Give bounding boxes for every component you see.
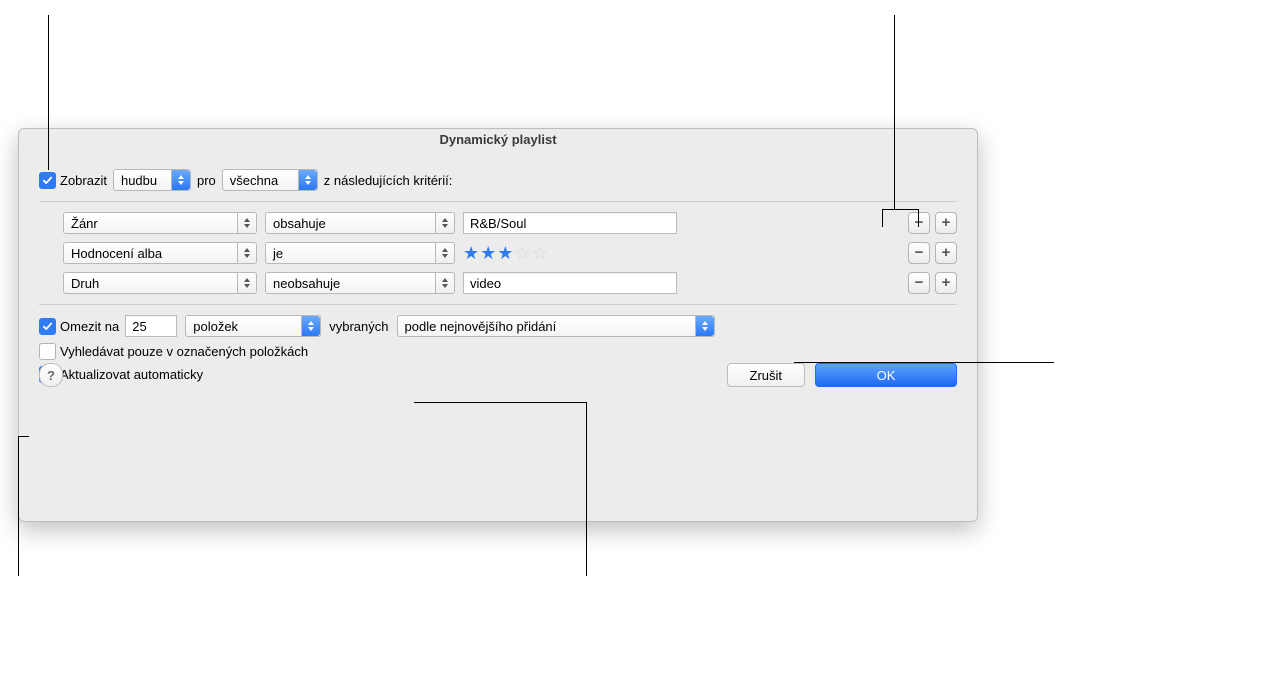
rules-list: Žánr obsahuje R&B/Soul − + <box>39 201 957 305</box>
match-media-value: hudbu <box>121 173 157 188</box>
only-checked-row: Vyhledávat pouze v označených položkách <box>39 343 957 360</box>
caret-icon <box>435 213 454 233</box>
rule-value-text: video <box>470 276 501 291</box>
limit-row: Omezit na 25 položek vybraných podle nej… <box>39 315 957 337</box>
rule-op-popup[interactable]: je <box>265 242 455 264</box>
caret-icon <box>435 243 454 263</box>
plus-icon: + <box>942 245 951 260</box>
limit-count-value: 25 <box>132 319 146 334</box>
limit-unit-value: položek <box>193 319 238 334</box>
dialog-content: Zobrazit hudbu pro všechna z následující… <box>19 151 977 401</box>
rule-op-popup[interactable]: neobsahuje <box>265 272 455 294</box>
rule-row: Hodnocení alba je ★ ★ ★ ☆ ☆ <box>39 238 957 268</box>
remove-rule-button[interactable]: − <box>908 212 930 234</box>
window-title: Dynamický playlist <box>19 129 977 151</box>
star-icon[interactable]: ☆ <box>514 244 530 262</box>
rule-field-popup[interactable]: Druh <box>63 272 257 294</box>
limit-checkbox[interactable] <box>39 318 56 335</box>
limit-order-value: podle nejnovějšího přidání <box>405 319 557 334</box>
caret-icon <box>435 273 454 293</box>
add-rule-button[interactable]: + <box>935 212 957 234</box>
limit-count-input[interactable]: 25 <box>125 315 177 337</box>
minus-icon: − <box>915 245 924 260</box>
rule-field-value: Hodnocení alba <box>71 246 162 261</box>
rule-value-text: R&B/Soul <box>470 216 526 231</box>
match-suffix: z následujících kritérií: <box>324 173 453 188</box>
caret-icon <box>237 243 256 263</box>
rule-op-value: neobsahuje <box>273 276 340 291</box>
match-row: Zobrazit hudbu pro všechna z následující… <box>39 169 957 191</box>
minus-icon: − <box>915 275 924 290</box>
match-middle: pro <box>197 173 216 188</box>
ok-button[interactable]: OK <box>815 363 957 387</box>
footer-buttons: Zrušit OK <box>727 363 958 387</box>
ok-button-label: OK <box>877 368 896 383</box>
rule-op-popup[interactable]: obsahuje <box>265 212 455 234</box>
rule-row: Žánr obsahuje R&B/Soul − + <box>39 208 957 238</box>
smart-playlist-dialog: Dynamický playlist Zobrazit hudbu pro vš… <box>18 128 978 522</box>
caret-icon <box>298 170 317 190</box>
rule-rating-stars[interactable]: ★ ★ ★ ☆ ☆ <box>463 244 548 262</box>
caret-icon <box>171 170 190 190</box>
limit-order-popup[interactable]: podle nejnovějšího přidání <box>397 315 715 337</box>
star-icon[interactable]: ★ <box>463 244 479 262</box>
remove-rule-button[interactable]: − <box>908 242 930 264</box>
caret-icon <box>695 316 714 336</box>
live-update-label: Aktualizovat automaticky <box>60 367 203 382</box>
limit-selected-label: vybraných <box>329 319 388 334</box>
rule-field-value: Žánr <box>71 216 98 231</box>
caret-icon <box>237 273 256 293</box>
match-media-popup[interactable]: hudbu <box>113 169 191 191</box>
rule-op-value: je <box>273 246 283 261</box>
add-rule-button[interactable]: + <box>935 242 957 264</box>
star-icon[interactable]: ★ <box>497 244 513 262</box>
cancel-button-label: Zrušit <box>750 368 783 383</box>
remove-rule-button[interactable]: − <box>908 272 930 294</box>
caret-icon <box>237 213 256 233</box>
rule-row: Druh neobsahuje video − + <box>39 268 957 298</box>
match-checkbox[interactable] <box>39 172 56 189</box>
star-icon[interactable]: ☆ <box>532 244 548 262</box>
plus-icon: + <box>942 275 951 290</box>
rule-field-popup[interactable]: Žánr <box>63 212 257 234</box>
plus-icon: + <box>942 215 951 230</box>
limit-label: Omezit na <box>60 319 119 334</box>
only-checked-checkbox[interactable] <box>39 343 56 360</box>
rule-op-value: obsahuje <box>273 216 326 231</box>
rule-value-input[interactable]: video <box>463 272 677 294</box>
match-condition-popup[interactable]: všechna <box>222 169 318 191</box>
cancel-button[interactable]: Zrušit <box>727 363 806 387</box>
rule-field-value: Druh <box>71 276 99 291</box>
rule-value-input[interactable]: R&B/Soul <box>463 212 677 234</box>
match-prefix: Zobrazit <box>60 173 107 188</box>
add-rule-button[interactable]: + <box>935 272 957 294</box>
help-button[interactable]: ? <box>39 363 63 387</box>
caret-icon <box>301 316 320 336</box>
question-icon: ? <box>47 368 55 383</box>
limit-unit-popup[interactable]: položek <box>185 315 321 337</box>
star-icon[interactable]: ★ <box>480 244 496 262</box>
match-condition-value: všechna <box>230 173 278 188</box>
only-checked-label: Vyhledávat pouze v označených položkách <box>60 344 308 359</box>
rule-field-popup[interactable]: Hodnocení alba <box>63 242 257 264</box>
